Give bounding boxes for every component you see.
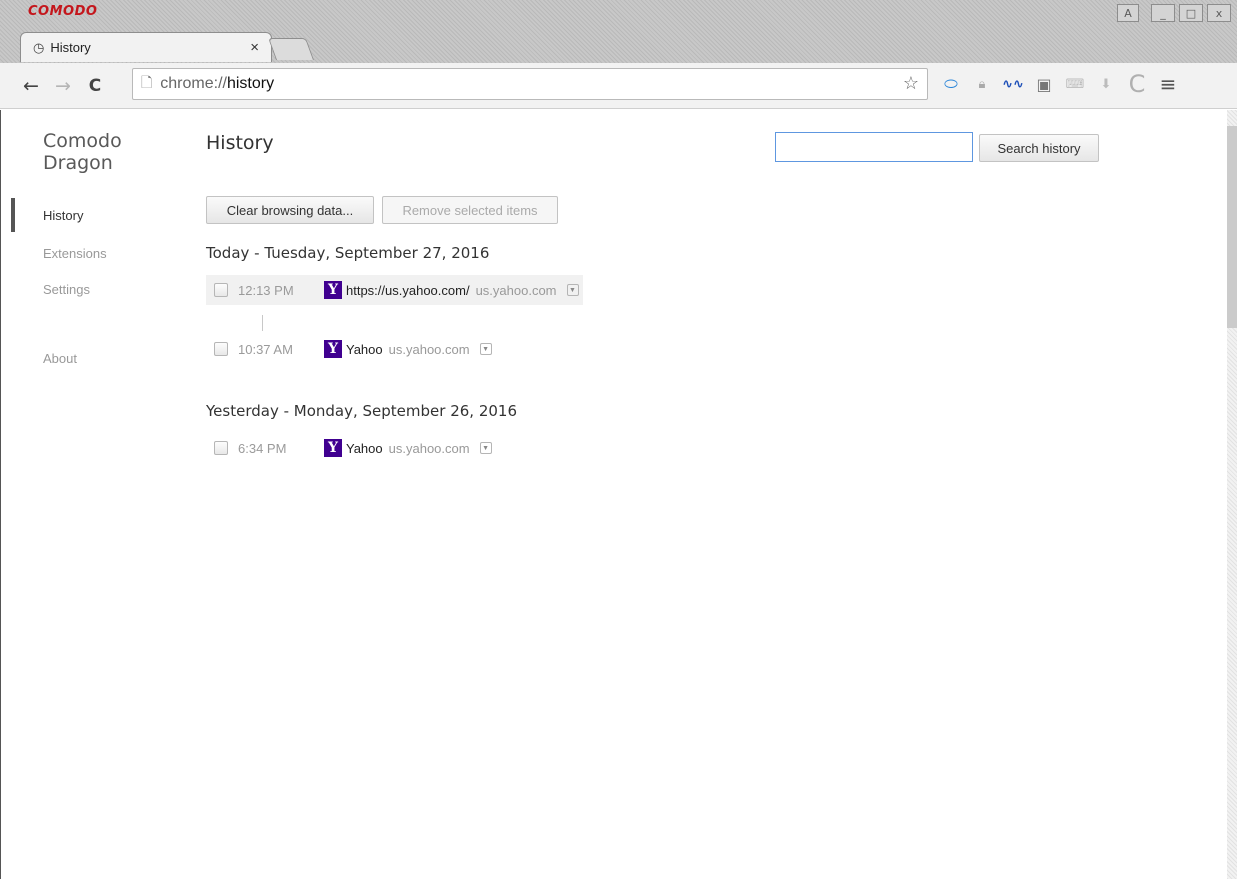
entry-time: 6:34 PM: [238, 440, 287, 456]
reload-button[interactable]: C: [82, 76, 108, 96]
close-tab-icon[interactable]: ×: [250, 39, 259, 56]
new-tab-button[interactable]: [267, 38, 315, 60]
back-button[interactable]: ←: [18, 75, 44, 97]
sidebar-item-history[interactable]: History: [43, 208, 83, 223]
url-host: history: [226, 75, 275, 92]
entry-menu-chevron-icon[interactable]: ▼: [566, 284, 579, 296]
extension-icons: ⬭ 🔒︎ ∿∿ ▣ ⌨ ⬇ C ≡: [942, 70, 1177, 98]
window-controls: A _ □ x: [1117, 4, 1231, 22]
app-title-line1: Comodo: [43, 130, 122, 152]
sidebar-item-about[interactable]: About: [43, 351, 77, 366]
address-bar[interactable]: 🗋 chrome://history ☆: [132, 68, 928, 100]
vertical-scrollbar[interactable]: [1227, 110, 1237, 879]
day-header-yesterday: Yesterday - Monday, September 26, 2016: [206, 402, 517, 420]
history-entry: 6:34 PM Y Yahoo us.yahoo.com ▼: [206, 433, 492, 463]
history-entry: 12:13 PM Y https://us.yahoo.com/ us.yaho…: [206, 275, 583, 305]
remove-selected-items-button[interactable]: Remove selected items: [382, 196, 558, 224]
share-extension-icon[interactable]: ⬇: [1097, 74, 1115, 94]
maximize-button[interactable]: □: [1179, 4, 1203, 22]
entry-menu-chevron-icon[interactable]: ▼: [479, 442, 492, 454]
page-title: History: [206, 132, 274, 154]
forward-button[interactable]: →: [50, 75, 76, 97]
entry-time: 10:37 AM: [238, 341, 293, 357]
tab-history[interactable]: ◷ History ×: [20, 32, 272, 62]
scrollbar-thumb[interactable]: [1227, 126, 1237, 328]
entry-checkbox[interactable]: [214, 283, 228, 297]
history-page: Comodo Dragon History Extensions Setting…: [0, 110, 1227, 879]
keyboard-extension-icon[interactable]: ⌨: [1066, 74, 1085, 94]
close-window-button[interactable]: x: [1207, 4, 1231, 22]
user-profile-button[interactable]: A: [1117, 4, 1139, 22]
search-input[interactable]: [775, 132, 973, 162]
history-entry: 10:37 AM Y Yahoo us.yahoo.com ▼: [206, 334, 492, 364]
clock-icon: ◷: [33, 39, 45, 55]
bookmark-star-icon[interactable]: ☆: [903, 73, 919, 94]
entry-time: 12:13 PM: [238, 282, 294, 298]
entry-checkbox[interactable]: [214, 441, 228, 455]
entry-title-link[interactable]: Yahoo: [346, 342, 383, 357]
entry-domain: us.yahoo.com: [475, 282, 557, 298]
entry-menu-chevron-icon[interactable]: ▼: [479, 343, 492, 355]
entry-domain: us.yahoo.com: [388, 440, 470, 456]
sidebar-item-settings[interactable]: Settings: [43, 282, 90, 297]
entry-checkbox[interactable]: [214, 342, 228, 356]
active-nav-indicator: [11, 198, 15, 232]
wave-extension-icon[interactable]: ∿∿: [1002, 74, 1024, 94]
brand-logo: COMODO: [28, 4, 98, 19]
tab-title: History: [50, 40, 91, 55]
entry-domain: us.yahoo.com: [388, 341, 470, 357]
search-history-button[interactable]: Search history: [979, 134, 1099, 162]
menu-icon[interactable]: ≡: [1159, 72, 1177, 96]
yahoo-favicon-icon: Y: [324, 340, 342, 358]
toolbar: ← → C 🗋 chrome://history ☆ ⬭ 🔒︎ ∿∿ ▣ ⌨ ⬇…: [0, 63, 1237, 109]
sidebar-item-extensions[interactable]: Extensions: [43, 246, 107, 261]
entry-title-link[interactable]: Yahoo: [346, 441, 383, 456]
yahoo-favicon-icon: Y: [324, 439, 342, 457]
minimize-button[interactable]: _: [1151, 4, 1175, 22]
page-icon: 🗋: [141, 74, 153, 90]
privdog-extension-icon[interactable]: ⬭: [942, 74, 960, 94]
timeline-connector: [262, 315, 263, 331]
title-bar: COMODO A _ □ x ◷ History ×: [0, 0, 1237, 64]
entry-title-link[interactable]: https://us.yahoo.com/: [346, 283, 470, 298]
comodo-extension-icon[interactable]: C: [1128, 70, 1146, 98]
clear-browsing-data-button[interactable]: Clear browsing data...: [206, 196, 374, 224]
yahoo-favicon-icon: Y: [324, 281, 342, 299]
app-title-line2: Dragon: [43, 152, 113, 174]
app-title: Comodo Dragon: [43, 130, 163, 174]
day-header-today: Today - Tuesday, September 27, 2016: [206, 244, 490, 262]
url-scheme: chrome://: [160, 75, 227, 92]
lock-extension-icon[interactable]: 🔒︎: [973, 74, 991, 94]
media-grabber-extension-icon[interactable]: ▣: [1035, 74, 1053, 94]
